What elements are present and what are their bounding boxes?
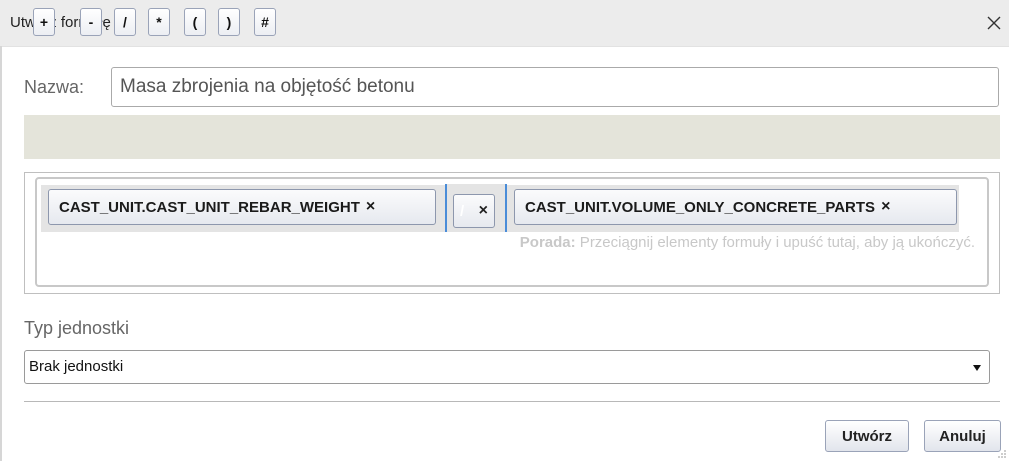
name-input[interactable]: Masa zbrojenia na objętość betonu bbox=[111, 67, 999, 107]
name-label: Nazwa: bbox=[24, 77, 85, 97]
operator-minus-button[interactable]: - bbox=[80, 8, 102, 36]
operator-toolbar bbox=[24, 115, 1000, 159]
close-button[interactable] bbox=[979, 8, 1009, 38]
dialog-left-border bbox=[0, 46, 2, 461]
drop-hint-text: Przeciągnij elementy formuły i upuść tut… bbox=[575, 234, 975, 251]
operator-plus-button[interactable]: + bbox=[33, 8, 55, 36]
resize-grip-icon[interactable] bbox=[997, 449, 1007, 459]
operator-close-paren-button[interactable]: ) bbox=[218, 8, 240, 36]
formula-token-label: CAST_UNIT.VOLUME_ONLY_CONCRETE_PARTS bbox=[525, 198, 876, 216]
operator-divide-button[interactable]: / bbox=[114, 8, 136, 36]
create-button[interactable]: Utwórz bbox=[825, 420, 909, 452]
remove-token-icon[interactable]: × bbox=[479, 202, 488, 220]
footer-divider bbox=[24, 401, 1000, 402]
operator-multiply-button[interactable]: * bbox=[148, 8, 170, 36]
drop-hint: Porada: Przeciągnij elementy formuły i u… bbox=[520, 234, 975, 251]
operator-hash-button[interactable]: # bbox=[254, 8, 276, 36]
formula-operator-token[interactable]: / × bbox=[453, 194, 495, 228]
remove-token-icon[interactable]: × bbox=[881, 198, 890, 216]
remove-token-icon[interactable]: × bbox=[366, 198, 375, 216]
operator-open-paren-button[interactable]: ( bbox=[184, 8, 206, 36]
formula-token-label: CAST_UNIT.CAST_UNIT_REBAR_WEIGHT bbox=[59, 198, 360, 216]
formula-operator-label: / bbox=[460, 202, 465, 220]
formula-token[interactable]: CAST_UNIT.CAST_UNIT_REBAR_WEIGHT × bbox=[48, 189, 436, 225]
formula-token[interactable]: CAST_UNIT.VOLUME_ONLY_CONCRETE_PARTS × bbox=[514, 189, 957, 225]
unit-type-select[interactable]: Brak jednostki bbox=[24, 350, 990, 384]
chevron-down-icon bbox=[973, 365, 981, 371]
unit-type-label: Typ jednostki bbox=[24, 318, 130, 338]
create-formula-dialog: Utwórz formułę Nazwa: Masa zbrojenia na … bbox=[0, 0, 1009, 461]
drop-hint-label: Porada: bbox=[519, 234, 576, 251]
cancel-button[interactable]: Anuluj bbox=[924, 420, 1001, 452]
close-icon bbox=[987, 16, 1001, 30]
unit-type-value: Brak jednostki bbox=[29, 358, 124, 375]
